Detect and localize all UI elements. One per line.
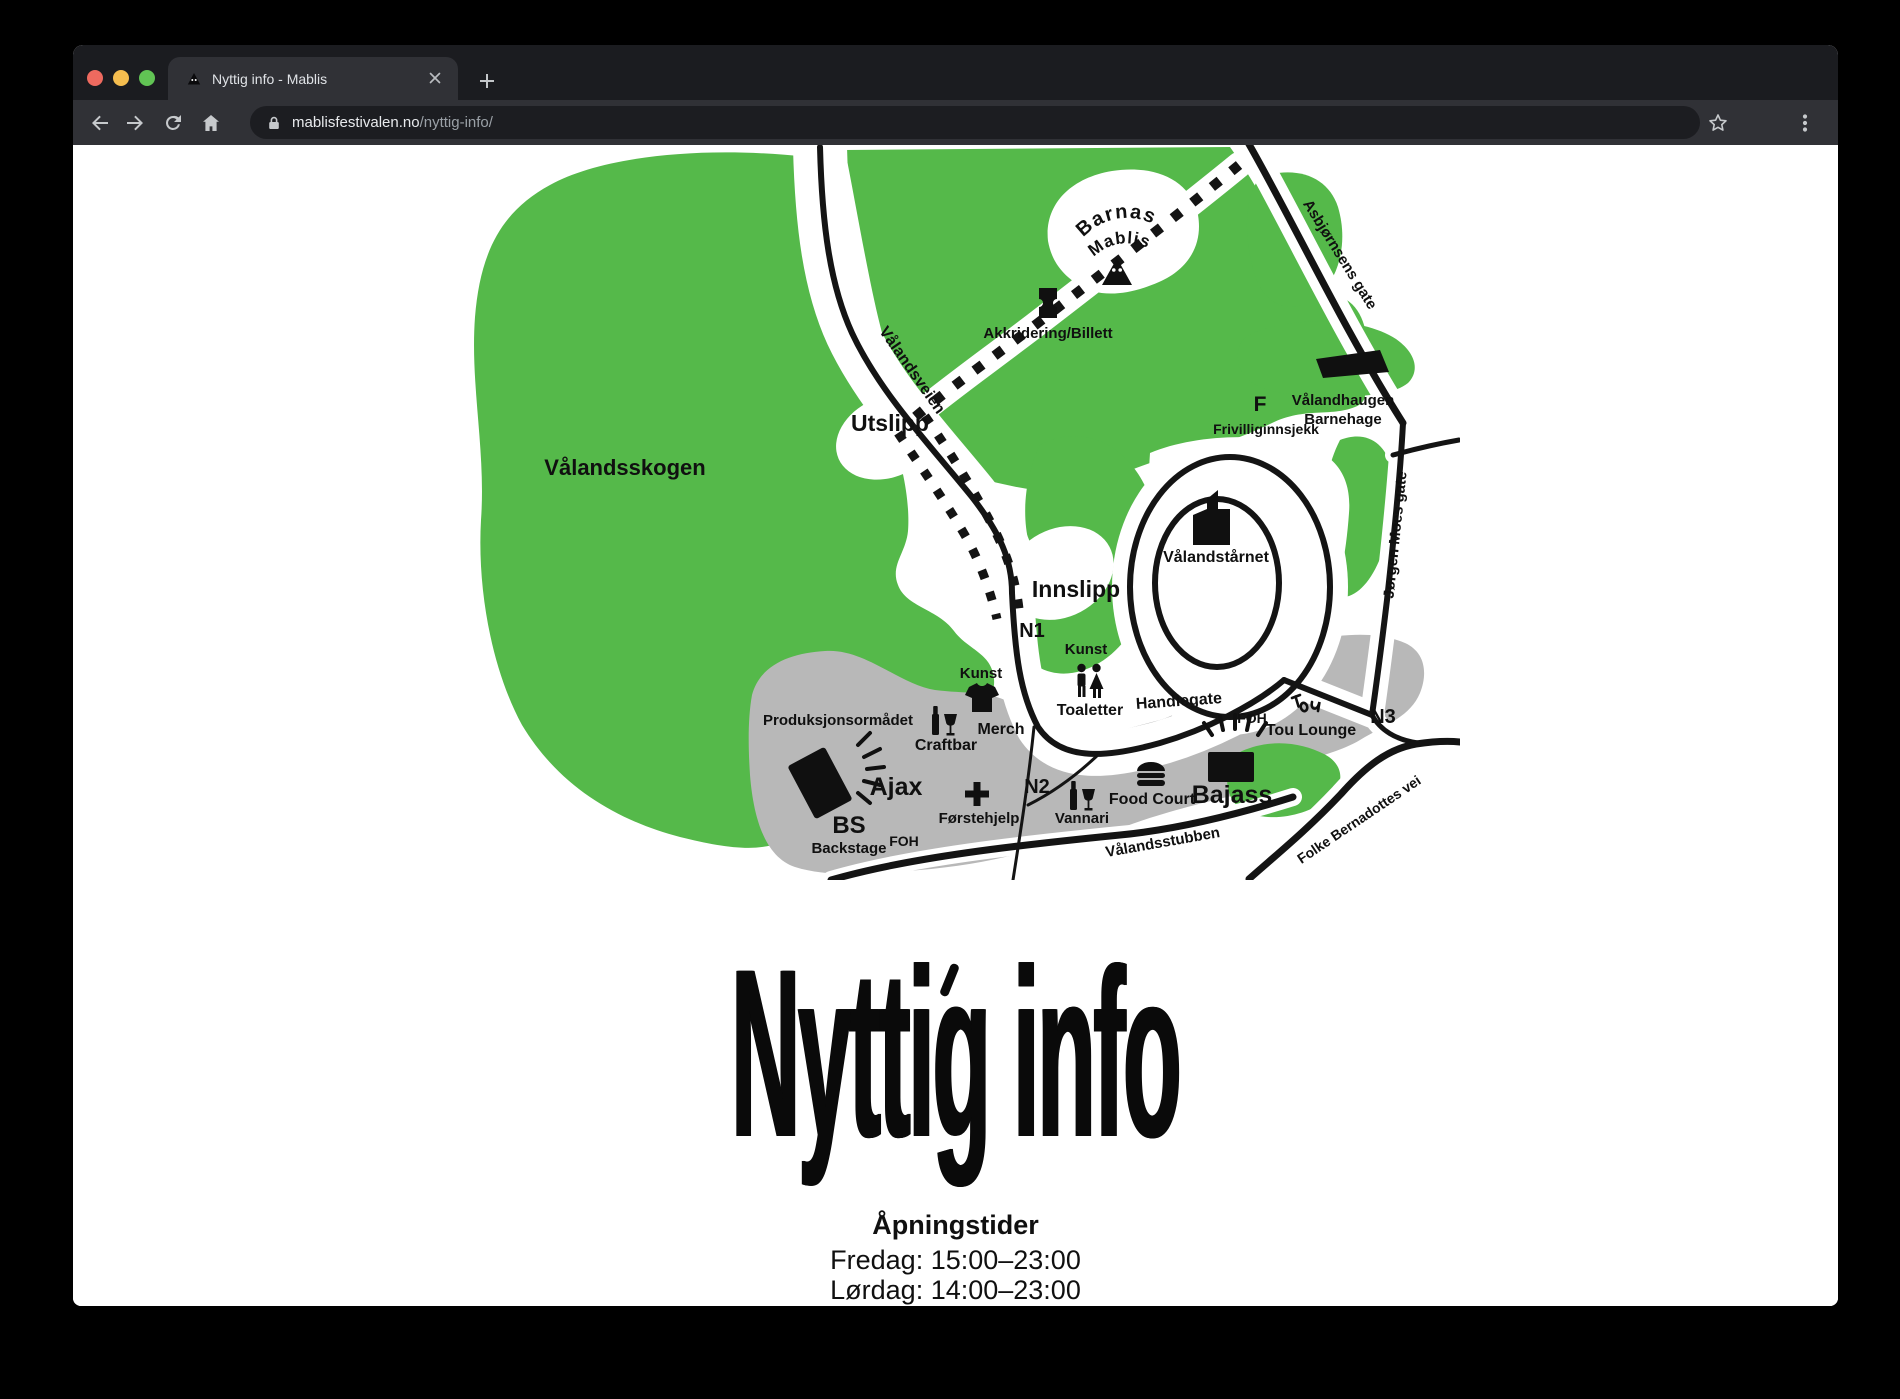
url-text: mablisfestivalen.no/nyttig-info/ [292, 114, 493, 131]
opening-hours: Åpningstider Fredag: 15:00–23:00 Lørdag:… [73, 1210, 1838, 1305]
label-n2: N2 [1024, 776, 1050, 798]
burger-icon [1137, 762, 1165, 786]
label-forstehjelp: Førstehjelp [939, 810, 1020, 827]
lock-icon [266, 115, 282, 131]
festival-map: Vålandsskogen Vålandsveien Utslipp Innsl… [460, 145, 1460, 880]
label-bs: BS [832, 812, 865, 839]
label-foh-right: FOH [1237, 710, 1267, 726]
label-valandstarnet: Vålandstårnet [1163, 548, 1269, 566]
label-n3: N3 [1370, 706, 1396, 728]
label-toaletter: Toaletter [1057, 702, 1123, 719]
traffic-light-zoom[interactable] [139, 70, 155, 86]
browser-toolbar: mablisfestivalen.no/nyttig-info/ [73, 100, 1838, 145]
label-vannari: Vannari [1055, 810, 1109, 827]
label-tou-lounge: Tou Lounge [1266, 722, 1356, 739]
opening-hours-saturday: Lørdag: 14:00–23:00 [73, 1275, 1838, 1305]
browser-tab[interactable]: Nyttig info - Mablis [168, 57, 458, 100]
close-tab-icon[interactable] [426, 69, 444, 87]
label-kunst-upper: Kunst [1065, 641, 1108, 658]
opening-hours-friday: Fredag: 15:00–23:00 [73, 1245, 1838, 1275]
label-f: F [1254, 393, 1267, 416]
label-akkreditering: Akkridering/Billett [983, 325, 1112, 342]
kebab-menu-icon[interactable] [1793, 111, 1817, 135]
label-innslipp: Innslipp [1032, 576, 1120, 602]
page-content: Vålandsskogen Vålandsveien Utslipp Innsl… [73, 145, 1838, 1306]
bookmark-star-icon[interactable] [1706, 111, 1730, 135]
forward-icon[interactable] [123, 111, 147, 135]
label-backstage: Backstage [811, 840, 886, 857]
label-foh-left: FOH [889, 833, 919, 849]
tab-title: Nyttig info - Mablis [212, 71, 327, 87]
traffic-light-minimize[interactable] [113, 70, 129, 86]
mountain-favicon-icon [186, 71, 202, 87]
label-frivilliginnsjekk: Frivilliginnsjekk [1213, 421, 1319, 437]
url-path: /nyttig-info/ [420, 114, 493, 131]
label-utslipp: Utslipp [851, 410, 929, 436]
browser-window: Nyttig info - Mablis mablisfesti [73, 45, 1838, 1306]
opening-hours-heading: Åpningstider [73, 1210, 1838, 1241]
label-forest: Vålandsskogen [544, 455, 705, 480]
label-merch: Merch [977, 721, 1024, 738]
tab-strip: Nyttig info - Mablis [73, 45, 1838, 100]
new-tab-icon[interactable] [475, 69, 499, 93]
url-domain: mablisfestivalen.no [292, 114, 420, 131]
label-valandhaugen-1: Vålandhaugen [1292, 392, 1395, 409]
label-bajass: Bajass [1192, 781, 1273, 809]
toilets-icon [1077, 664, 1103, 698]
back-icon[interactable] [88, 111, 112, 135]
home-icon[interactable] [199, 111, 223, 135]
label-n1: N1 [1019, 620, 1045, 642]
address-bar[interactable]: mablisfestivalen.no/nyttig-info/ [250, 106, 1700, 139]
label-produksjonsomradet: Produksjonsormådet [763, 712, 913, 729]
label-ajax: Ajax [870, 773, 923, 801]
traffic-light-close[interactable] [87, 70, 103, 86]
label-kunst-lower: Kunst [960, 665, 1003, 682]
label-food-court: Food Court [1109, 791, 1196, 808]
label-craftbar: Craftbar [915, 737, 977, 754]
reload-icon[interactable] [161, 111, 185, 135]
